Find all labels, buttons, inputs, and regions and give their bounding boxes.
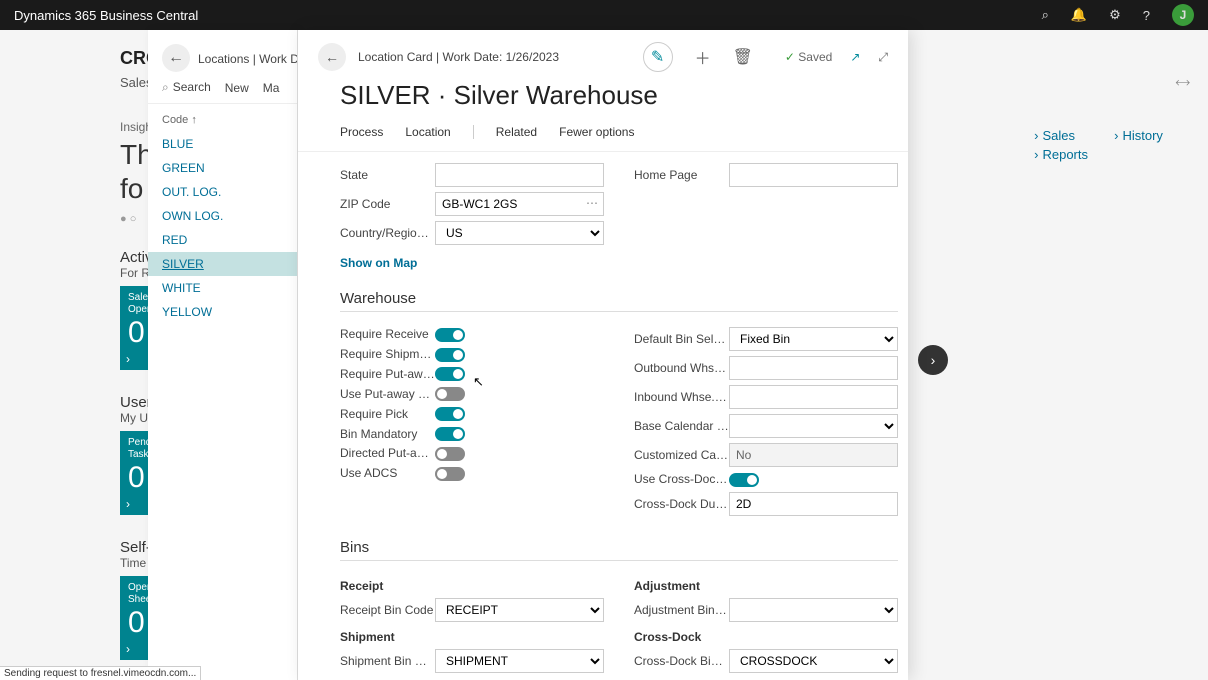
warehouse-heading[interactable]: Warehouse xyxy=(340,290,898,312)
delete-button[interactable]: 🗑 xyxy=(733,47,753,67)
tab-location[interactable]: Location xyxy=(405,125,450,143)
app-top-bar: Dynamics 365 Business Central ⌕ 🔔 ⚙ ? J xyxy=(0,0,1208,30)
tab-fewer-options[interactable]: Fewer options xyxy=(559,125,634,143)
help-icon[interactable]: ? xyxy=(1143,8,1150,23)
column-header-code[interactable]: Code ↑ xyxy=(148,104,297,132)
receipt-bin-select[interactable]: RECEIPT xyxy=(435,598,604,622)
list-item[interactable]: OUT. LOG. xyxy=(148,180,297,204)
new-button[interactable]: ＋ xyxy=(695,45,711,69)
search-action[interactable]: Search xyxy=(162,80,211,95)
expand-icon[interactable]: ⤢ xyxy=(1172,73,1192,93)
inbound-handling-input[interactable] xyxy=(729,385,898,409)
require-shipment-toggle[interactable] xyxy=(435,348,465,362)
shipment-bin-select[interactable]: SHIPMENT xyxy=(435,649,604,673)
require-pick-toggle[interactable] xyxy=(435,407,465,421)
adjustment-subheading: Adjustment xyxy=(634,579,898,593)
list-item[interactable]: OWN LOG. xyxy=(148,204,297,228)
country-select[interactable]: US xyxy=(435,221,604,245)
search-icon[interactable]: ⌕ xyxy=(1042,7,1049,23)
list-item[interactable]: YELLOW xyxy=(148,300,297,324)
outbound-handling-input[interactable] xyxy=(729,356,898,380)
fullscreen-icon[interactable]: ⤢ xyxy=(878,50,888,65)
show-on-map-link[interactable]: Show on Map xyxy=(340,256,417,270)
require-putaway-toggle[interactable] xyxy=(435,367,465,381)
directed-putaway-toggle[interactable] xyxy=(435,447,465,461)
list-item[interactable]: WHITE xyxy=(148,276,297,300)
default-bin-selection[interactable]: Fixed Bin xyxy=(729,327,898,351)
bin-mandatory-toggle[interactable] xyxy=(435,427,465,441)
receipt-subheading: Receipt xyxy=(340,579,604,593)
tab-related[interactable]: Related xyxy=(496,125,537,143)
carousel-next-button[interactable]: › xyxy=(918,345,948,375)
use-adcs-toggle[interactable] xyxy=(435,467,465,481)
adjustment-bin-select[interactable] xyxy=(729,598,898,622)
use-putaway-worksheet-toggle[interactable] xyxy=(435,387,465,401)
back-button[interactable]: ← xyxy=(162,44,190,72)
chevron-right-icon: › xyxy=(126,497,130,511)
tab-process[interactable]: Process xyxy=(340,125,383,143)
chevron-right-icon: › xyxy=(1034,147,1038,162)
chevron-right-icon: › xyxy=(126,352,130,366)
locations-list-panel: ← Locations | Work Date: 1/ Search New M… xyxy=(148,30,298,680)
saved-indicator: ✓ Saved xyxy=(785,50,832,64)
chevron-right-icon: › xyxy=(126,642,130,656)
manage-action[interactable]: Ma xyxy=(263,81,280,95)
status-bar: Sending request to fresnel.vimeocdn.com.… xyxy=(0,666,201,680)
back-button[interactable]: ← xyxy=(318,43,346,71)
right-action-links: ›Sales ›History ›Reports xyxy=(1034,128,1088,166)
chevron-right-icon: › xyxy=(1114,128,1118,143)
share-icon[interactable]: ↗ xyxy=(850,50,860,64)
list-item[interactable]: SILVER xyxy=(148,252,297,276)
homepage-input[interactable] xyxy=(729,163,898,187)
gear-icon[interactable]: ⚙ xyxy=(1109,7,1121,23)
avatar[interactable]: J xyxy=(1172,4,1194,26)
zip-input[interactable] xyxy=(435,192,604,216)
cross-dock-due-input[interactable] xyxy=(729,492,898,516)
require-receive-toggle[interactable] xyxy=(435,328,465,342)
location-card-panel: ← Location Card | Work Date: 1/26/2023 ✎… xyxy=(298,30,908,680)
shipment-subheading: Shipment xyxy=(340,630,604,644)
new-action[interactable]: New xyxy=(225,81,249,95)
edit-button[interactable]: ✎ xyxy=(643,42,673,72)
list-item[interactable]: BLUE xyxy=(148,132,297,156)
base-calendar-select[interactable] xyxy=(729,414,898,438)
list-item[interactable]: GREEN xyxy=(148,156,297,180)
card-breadcrumb: Location Card | Work Date: 1/26/2023 xyxy=(358,50,559,64)
page-title: SILVER · Silver Warehouse xyxy=(298,72,908,125)
list-item[interactable]: RED xyxy=(148,228,297,252)
crossdock-subheading: Cross-Dock xyxy=(634,630,898,644)
use-cross-docking-toggle[interactable] xyxy=(729,473,759,487)
customized-calendar-field[interactable] xyxy=(729,443,898,467)
bell-icon[interactable]: 🔔 xyxy=(1071,7,1087,23)
bins-heading[interactable]: Bins xyxy=(340,539,898,561)
app-title: Dynamics 365 Business Central xyxy=(14,8,1042,23)
crossdock-bin-select[interactable]: CROSSDOCK xyxy=(729,649,898,673)
state-input[interactable] xyxy=(435,163,604,187)
chevron-right-icon: › xyxy=(1034,128,1038,143)
